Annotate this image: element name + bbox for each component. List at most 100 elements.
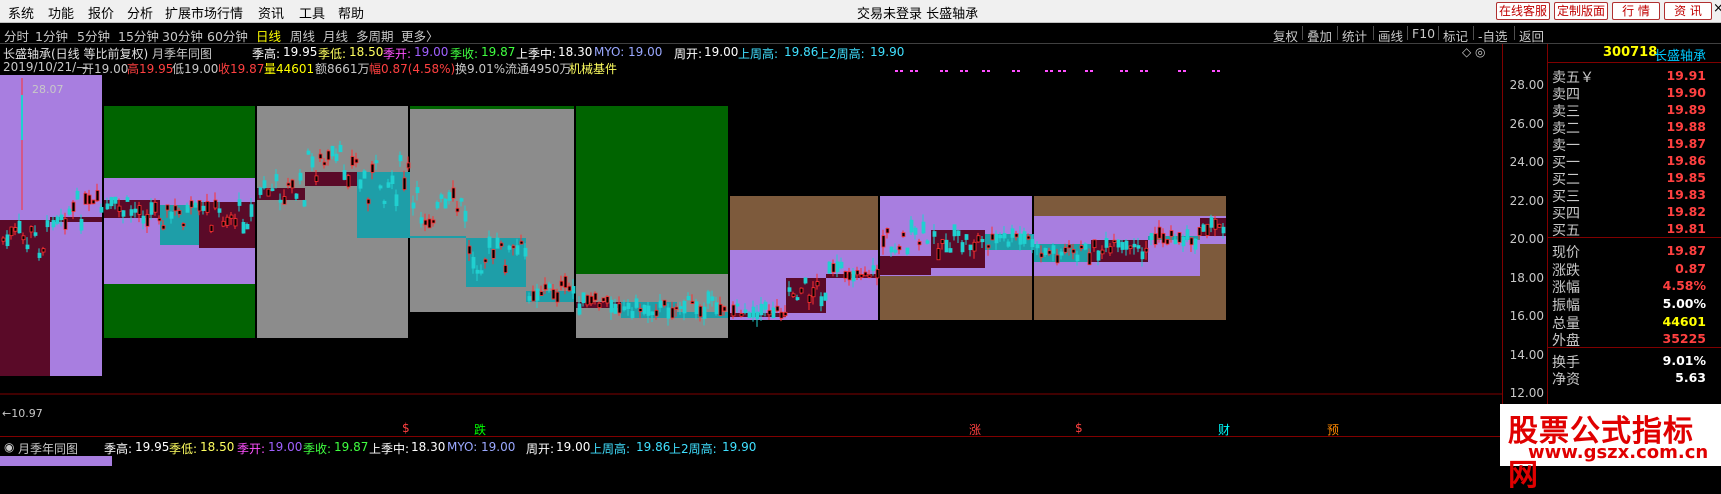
tool-overlay[interactable]: 叠加 (1307, 26, 1332, 45)
tool-f10[interactable]: F10 (1412, 26, 1435, 41)
candle-body (1039, 252, 1044, 258)
menu-help[interactable]: 帮助 (338, 3, 364, 22)
candle-body (17, 220, 22, 234)
candle-body (1169, 230, 1174, 237)
event-dot (965, 70, 968, 72)
period-more[interactable]: 更多〉 (401, 26, 439, 45)
candle-body (161, 225, 166, 230)
menu-quote[interactable]: 报价 (88, 3, 114, 22)
indicator-name-bottom[interactable]: 月季年同图 (18, 440, 78, 457)
candle-body (563, 275, 568, 289)
period-1min[interactable]: 1分钟 (35, 26, 68, 45)
candle-body (5, 234, 10, 247)
event-marker[interactable]: $ (1075, 421, 1083, 435)
candle-body (702, 306, 707, 320)
indicator-menu-icon[interactable]: ◉ (4, 440, 14, 454)
candle-body (33, 232, 38, 236)
quote-button[interactable]: 行 情 (1612, 2, 1660, 20)
candle-body (690, 300, 695, 304)
menu-extended-market[interactable]: 扩展市场行情 (165, 3, 243, 22)
candle-body (791, 293, 796, 297)
season-open-label: 季开: (237, 442, 266, 456)
candle-body (1047, 250, 1052, 255)
tool-adjust[interactable]: 复权 (1273, 26, 1298, 45)
menu-function[interactable]: 功能 (48, 3, 74, 22)
period-30min[interactable]: 30分钟 (162, 26, 203, 45)
candle-body (1193, 238, 1198, 250)
tool-mark[interactable]: 标记 (1443, 26, 1468, 45)
tool-watchlist[interactable]: -自选 (1478, 26, 1508, 45)
kline-chart[interactable] (0, 44, 1502, 422)
candle-body (759, 303, 764, 316)
period-60min[interactable]: 60分钟 (207, 26, 248, 45)
menu-analysis[interactable]: 分析 (127, 3, 153, 22)
candle-body (917, 241, 922, 246)
period-5min[interactable]: 5分钟 (77, 26, 110, 45)
period-15min[interactable]: 15分钟 (118, 26, 159, 45)
menu-tools[interactable]: 工具 (299, 3, 325, 22)
season-close-value: 19.87 (481, 45, 516, 59)
divider (1548, 62, 1721, 63)
indicator-preview (0, 456, 112, 466)
custom-layout-button[interactable]: 定制版面 (1554, 2, 1608, 20)
candle-body (427, 218, 432, 229)
event-dot (1125, 70, 1128, 72)
candle-body (21, 235, 26, 241)
candle-body (1059, 251, 1064, 256)
online-service-button[interactable]: 在线客服 (1496, 2, 1550, 20)
menu-system[interactable]: 系统 (8, 3, 34, 22)
candle-body (499, 242, 504, 247)
candle-body (1221, 226, 1226, 234)
candle-body (519, 240, 524, 245)
period-daily[interactable]: 日线 (256, 26, 281, 45)
event-dot (1045, 70, 1048, 72)
candle-body (443, 198, 448, 209)
week-open-value: 19.00 (556, 440, 591, 454)
period-toolbar: 分时 1分钟 5分钟 15分钟 30分钟 60分钟 日线 周线 月线 多周期 更… (0, 23, 1721, 44)
prev2-week-high-label: 上2周高: (669, 442, 717, 456)
candle-body (851, 270, 856, 282)
candle-body (1014, 233, 1019, 238)
candle-body (306, 150, 311, 155)
candle-body (597, 302, 602, 309)
season-low-value: 18.50 (349, 45, 384, 59)
candle-body (483, 258, 488, 263)
candle-body (59, 214, 64, 221)
price-tick: 18.00 (1509, 271, 1544, 285)
close-icon[interactable]: × (1713, 1, 1721, 16)
candle-body (1092, 239, 1097, 249)
tool-draw[interactable]: 画线 (1378, 26, 1403, 45)
bar-volume: 量44601 (264, 62, 315, 76)
divider (1473, 26, 1474, 40)
candle-body (1112, 239, 1117, 243)
tool-back[interactable]: 返回 (1519, 26, 1544, 45)
quote-value: 19.82 (1666, 204, 1706, 219)
period-intraday[interactable]: 分时 (4, 26, 29, 45)
diamond-icon[interactable]: ◇ ◎ (1462, 45, 1486, 59)
event-dot (1085, 70, 1088, 72)
candle-body (976, 235, 981, 243)
divider (1337, 26, 1338, 40)
candle-body (909, 219, 914, 233)
candle-body (885, 227, 890, 234)
candle-body (125, 197, 130, 202)
period-monthly[interactable]: 月线 (323, 26, 348, 45)
myo-label: MYO: (594, 45, 625, 59)
period-multi[interactable]: 多周期 (356, 26, 394, 45)
candle-body (634, 298, 639, 308)
candle-body (298, 172, 303, 181)
tool-stats[interactable]: 统计 (1342, 26, 1367, 45)
candle-body (875, 268, 880, 279)
candle-body (1185, 229, 1190, 240)
season-block (576, 106, 728, 274)
period-weekly[interactable]: 周线 (290, 26, 315, 45)
candle-body (189, 200, 194, 208)
news-button[interactable]: 资 讯 (1664, 2, 1712, 20)
event-dot (895, 70, 898, 72)
quote-row: 买四 19.82 (1552, 203, 1720, 222)
prev-season-mid-value: 18.30 (558, 45, 593, 59)
menu-info[interactable]: 资讯 (258, 3, 284, 22)
event-marker[interactable]: $ (402, 421, 410, 435)
event-dot (940, 70, 943, 72)
season-block (730, 196, 878, 250)
